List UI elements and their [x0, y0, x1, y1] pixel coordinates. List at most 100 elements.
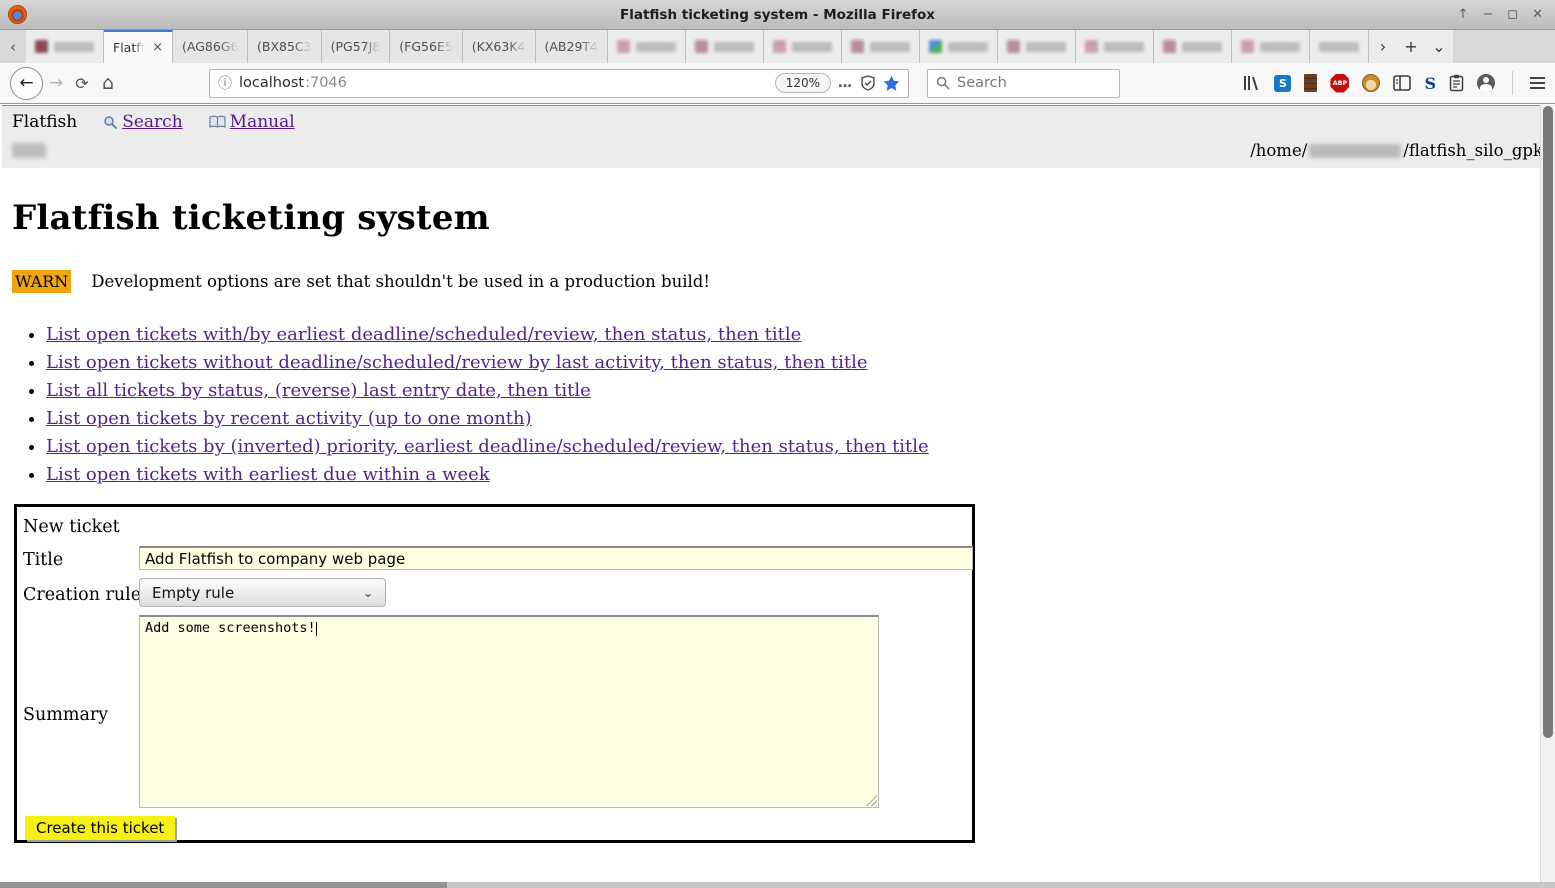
back-button[interactable]: ←	[10, 67, 43, 100]
warn-badge: WARN	[12, 270, 71, 293]
search-bar[interactable]: Search	[927, 69, 1120, 98]
text-caret	[316, 622, 317, 636]
tab-coded[interactable]: (PG57J8	[322, 30, 391, 63]
bookmark-star-icon[interactable]	[883, 75, 900, 92]
sidebar-icon[interactable]	[1393, 75, 1411, 91]
ticket-list-link[interactable]: List open tickets with earliest due with…	[46, 464, 490, 485]
tab-favicon	[1241, 40, 1254, 53]
redacted-path-segment	[1309, 144, 1401, 158]
maximize-window-icon[interactable]: ◻	[1507, 8, 1518, 21]
list-item: List open tickets by (inverted) priority…	[46, 433, 1555, 461]
site-manual-link[interactable]: Manual	[209, 112, 295, 132]
tab-flatfish-active[interactable]: Flatfi ×	[104, 30, 173, 63]
tab-redacted[interactable]	[608, 30, 686, 63]
tab-redacted[interactable]	[920, 30, 998, 63]
profile-icon[interactable]	[1477, 74, 1495, 92]
tab-favicon	[1085, 40, 1098, 53]
ticket-list-link[interactable]: List all tickets by status, (reverse) la…	[46, 380, 591, 401]
tab-redacted[interactable]	[686, 30, 764, 63]
tab-coded[interactable]: (AG86G6	[173, 30, 248, 63]
horizontal-scrollbar-thumb[interactable]	[0, 882, 447, 888]
tab-redacted[interactable]	[1232, 30, 1310, 63]
tab-favicon	[929, 40, 942, 53]
resize-grip-icon[interactable]	[866, 795, 877, 806]
site-brand: Flatfish	[12, 112, 77, 132]
shade-window-icon[interactable]: ↑	[1457, 8, 1468, 21]
tab-coded[interactable]: (AB29T4	[536, 30, 609, 63]
zoom-level-badge[interactable]: 120%	[775, 73, 831, 93]
horizontal-scrollbar[interactable]	[0, 882, 1555, 888]
magnifier-icon	[103, 115, 118, 130]
url-host: localhost	[239, 75, 304, 91]
tab-label-redacted	[1026, 42, 1066, 52]
reload-button[interactable]: ⟳	[69, 74, 95, 93]
list-all-tabs-button[interactable]: ⌄	[1425, 30, 1453, 63]
list-item: List open tickets without deadline/sched…	[46, 349, 1555, 377]
tab-label-redacted	[870, 42, 910, 52]
tracking-shield-icon[interactable]	[860, 75, 876, 91]
tab-redacted[interactable]	[842, 30, 920, 63]
tab-coded[interactable]: (BX85C3	[248, 30, 322, 63]
working-directory-path: /home/ /flatfish_silo_gpk	[1250, 141, 1543, 160]
site-search-link[interactable]: Search	[103, 112, 182, 132]
tab-favicon	[617, 40, 630, 53]
warn-text: Development options are set that shouldn…	[91, 272, 710, 291]
tab-label-redacted	[54, 42, 94, 52]
tab-redacted[interactable]	[26, 30, 104, 63]
tab-favicon	[1163, 40, 1176, 53]
list-item: List open tickets with earliest due with…	[46, 461, 1555, 489]
minimize-window-icon[interactable]: −	[1482, 8, 1493, 21]
tab-redacted[interactable]	[998, 30, 1076, 63]
tab-favicon	[851, 40, 864, 53]
title-input[interactable]	[139, 546, 973, 570]
redacted-username	[12, 143, 46, 158]
ticket-list-link[interactable]: List open tickets by (inverted) priority…	[46, 436, 929, 457]
forward-button[interactable]: →	[43, 73, 69, 93]
search-placeholder: Search	[957, 75, 1007, 91]
tab-favicon	[35, 40, 48, 53]
home-button[interactable]: ⌂	[95, 72, 121, 94]
tab-overflow-button[interactable]: ›	[1369, 30, 1397, 63]
new-tab-button[interactable]: +	[1397, 30, 1425, 63]
book-icon	[209, 115, 226, 129]
session-s-icon[interactable]: S	[1424, 74, 1436, 93]
close-window-icon[interactable]: ✕	[1532, 8, 1543, 21]
window-title: Flatfish ticketing system - Mozilla Fire…	[0, 7, 1555, 23]
ticket-list-link[interactable]: List open tickets with/by earliest deadl…	[46, 324, 801, 345]
greasemonkey-icon[interactable]	[1362, 74, 1380, 92]
chocolate-extension-icon[interactable]	[1304, 74, 1317, 92]
tab-redacted[interactable]	[764, 30, 842, 63]
url-bar[interactable]: ⓘ localhost:7046 120% …	[209, 69, 909, 98]
vertical-scrollbar[interactable]	[1540, 105, 1555, 882]
tab-label-redacted	[1260, 42, 1300, 52]
clipboard-icon[interactable]	[1449, 74, 1464, 92]
singlefile-icon[interactable]: S	[1274, 75, 1291, 92]
tab-close-icon[interactable]: ×	[150, 40, 163, 55]
tab-coded[interactable]: (KX63K4	[463, 30, 536, 63]
window-titlebar: Flatfish ticketing system - Mozilla Fire…	[0, 0, 1555, 30]
tab-coded[interactable]: (FG56E5	[390, 30, 463, 63]
toolbar-separator	[1512, 71, 1513, 95]
ticket-list-link[interactable]: List open tickets without deadline/sched…	[46, 352, 868, 373]
form-legend: New ticket	[23, 517, 120, 537]
create-ticket-button[interactable]: Create this ticket	[25, 816, 175, 840]
tab-redacted[interactable]	[1310, 30, 1369, 63]
tab-label-redacted	[1182, 42, 1222, 52]
menu-icon[interactable]	[1530, 77, 1545, 89]
tab-label: Flatfi	[113, 40, 144, 55]
tab-redacted[interactable]	[1154, 30, 1232, 63]
ticket-list-link[interactable]: List open tickets by recent activity (up…	[46, 408, 532, 429]
page-actions-icon[interactable]: …	[838, 75, 853, 91]
url-port: :7046	[305, 75, 347, 91]
vertical-scrollbar-thumb[interactable]	[1543, 106, 1553, 738]
tab-scroll-left-button[interactable]: ‹	[0, 30, 26, 63]
adblock-plus-icon[interactable]: ABP	[1330, 74, 1349, 93]
tab-label-redacted	[636, 42, 676, 52]
tab-redacted[interactable]	[1076, 30, 1154, 63]
library-icon[interactable]	[1241, 74, 1261, 92]
tab-favicon	[695, 40, 708, 53]
creation-rule-select[interactable]: Empty rule ⌄	[139, 578, 386, 607]
creation-rule-label: Creation rule	[23, 585, 141, 605]
site-info-icon[interactable]: ⓘ	[218, 73, 232, 93]
summary-textarea[interactable]: Add some screenshots!	[139, 615, 879, 808]
